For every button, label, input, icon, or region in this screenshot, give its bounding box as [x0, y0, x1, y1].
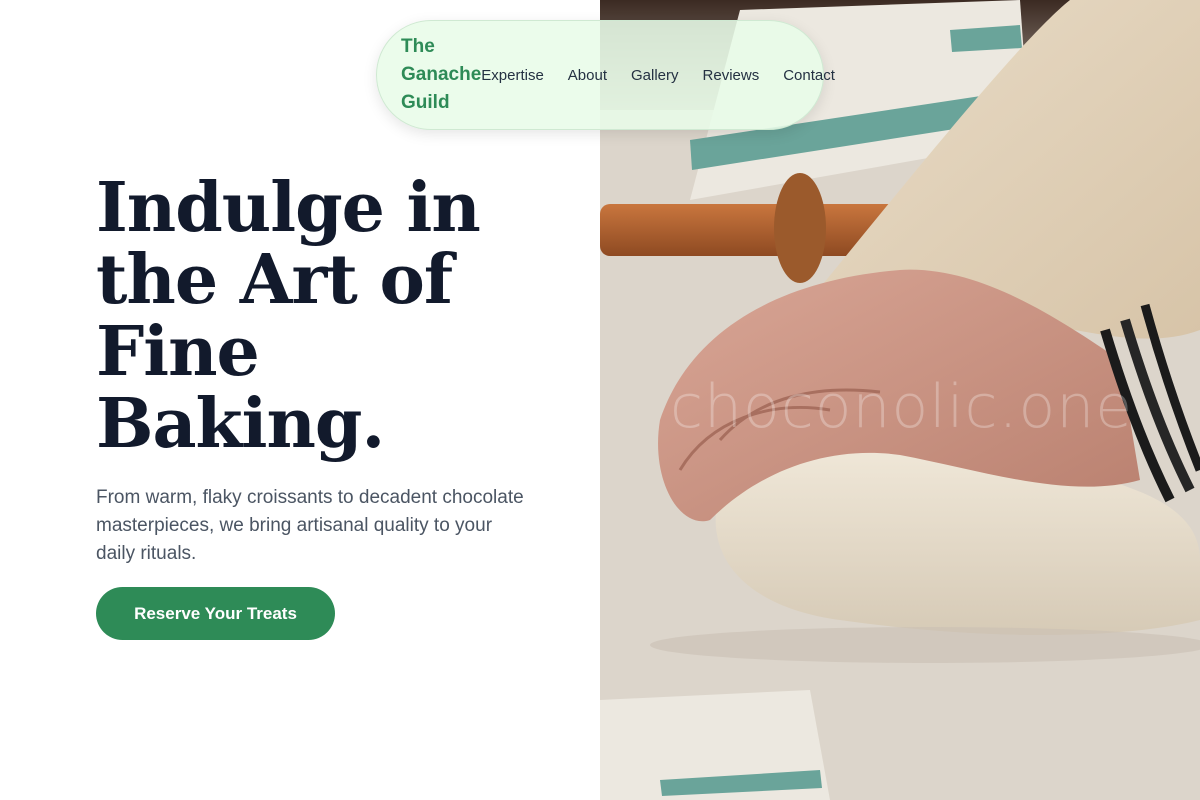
nav-link-reviews[interactable]: Reviews	[703, 67, 760, 84]
hero-title: Indulge in the Art of Fine Baking.	[96, 168, 481, 464]
nav-link-contact[interactable]: Contact	[783, 67, 835, 84]
top-nav: The Ganache Guild Expertise About Galler…	[376, 20, 835, 130]
nav-link-expertise[interactable]: Expertise	[481, 67, 544, 84]
nav-link-gallery[interactable]: Gallery	[631, 67, 679, 84]
image-watermark: choconolic.one	[670, 372, 1134, 442]
nav-link-about[interactable]: About	[568, 67, 607, 84]
nav-links: Expertise About Gallery Reviews Contact	[481, 67, 835, 84]
reserve-treats-button[interactable]: Reserve Your Treats	[96, 587, 335, 640]
brand-logo[interactable]: The Ganache Guild	[401, 33, 481, 117]
hero-subtitle: From warm, flaky croissants to decadent …	[96, 487, 524, 564]
